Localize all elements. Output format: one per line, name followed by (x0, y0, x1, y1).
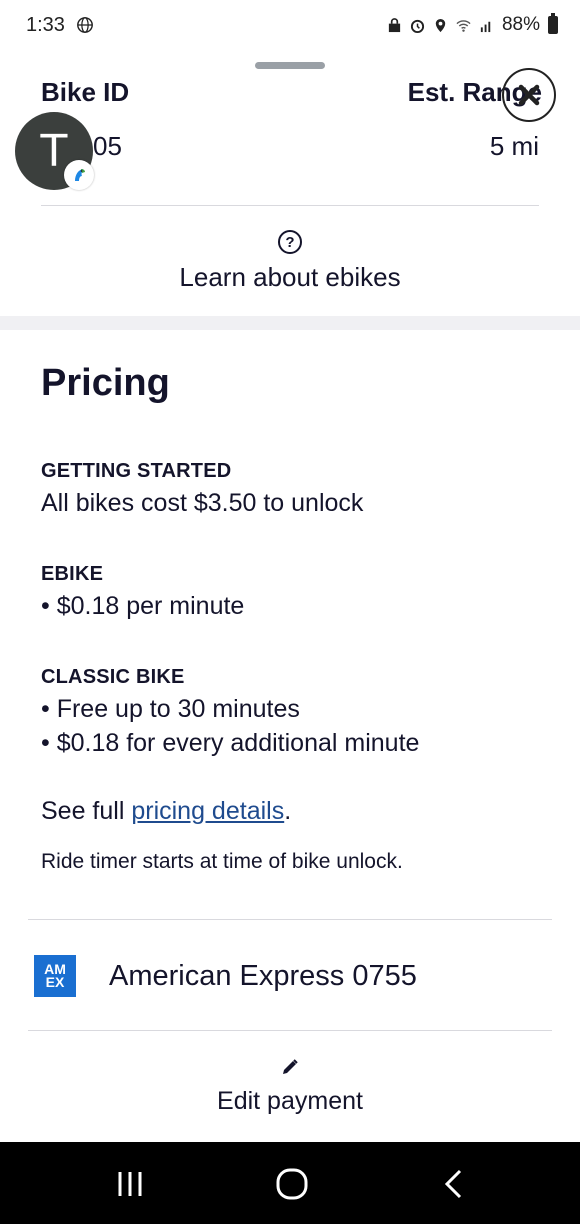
est-range-value: 5 mi (489, 131, 539, 161)
divider (28, 919, 552, 920)
pricing-title: Pricing (41, 362, 170, 404)
edit-payment-button[interactable]: Edit payment (0, 1087, 580, 1116)
signal-icon (480, 21, 491, 32)
location-icon (435, 18, 446, 32)
section-separator (0, 316, 580, 330)
bike-id-label: Bike ID (41, 77, 130, 107)
ride-timer-note: Ride timer starts at time of bike unlock… (41, 850, 403, 873)
recent-apps-icon[interactable] (110, 1166, 150, 1202)
question-circle-icon[interactable]: ? (278, 230, 302, 254)
getting-started-heading: GETTING STARTED (41, 460, 232, 482)
payment-card-label[interactable]: American Express 0755 (109, 960, 417, 993)
avatar-initial: T (40, 125, 68, 177)
sheet-drag-handle[interactable] (255, 62, 325, 69)
see-full-suffix: . (284, 797, 292, 825)
battery-percent: 88% (501, 14, 540, 35)
amex-logo-bottom: EX (45, 974, 65, 990)
learn-about-ebikes-link[interactable]: Learn about ebikes (0, 262, 580, 293)
battery-icon (548, 13, 558, 34)
lock-icon (388, 17, 401, 32)
getting-started-line: All bikes cost $3.50 to unlock (41, 489, 364, 517)
ebike-rate-line: • $0.18 per minute (41, 592, 245, 620)
close-button[interactable] (502, 68, 556, 122)
bird-icon (75, 169, 85, 181)
bike-id-value: 05 (93, 131, 122, 161)
status-icons: 88% (387, 13, 558, 36)
ebike-heading: EBIKE (41, 563, 104, 585)
globe-icon (77, 17, 93, 33)
see-full-prefix: See full (41, 797, 132, 825)
app-badge-icon (64, 160, 94, 190)
wifi-icon (456, 19, 471, 32)
alarm-icon (410, 19, 425, 33)
home-icon[interactable] (272, 1166, 312, 1202)
back-icon[interactable] (434, 1166, 474, 1202)
close-icon (518, 84, 540, 106)
status-time: 1:33 (26, 14, 65, 36)
system-nav-bar (0, 1142, 580, 1224)
pencil-icon[interactable] (280, 1057, 300, 1077)
divider (41, 205, 539, 206)
classic-bike-line-2: • $0.18 for every additional minute (41, 729, 420, 757)
divider (28, 1030, 552, 1031)
amex-logo-icon: AM EX (34, 955, 76, 997)
classic-bike-line-1: • Free up to 30 minutes (41, 695, 300, 723)
classic-bike-heading: CLASSIC BIKE (41, 666, 185, 688)
see-full-pricing: See full pricing details. (41, 797, 291, 826)
pricing-details-link[interactable]: pricing details (131, 797, 284, 825)
